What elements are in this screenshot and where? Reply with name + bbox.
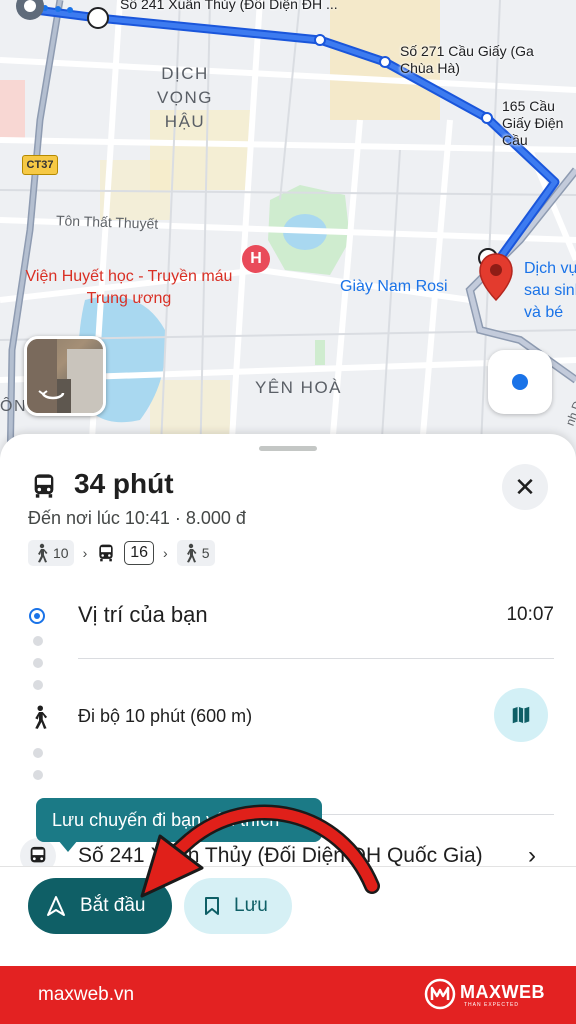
district-label-dich-vong-hau: DỊCH VỌNG HẬU	[156, 64, 214, 131]
origin-label[interactable]: Vị trí của bạn	[78, 602, 208, 628]
divider	[78, 658, 554, 659]
timeline-dot	[33, 748, 43, 758]
bookmark-icon	[205, 897, 219, 915]
start-button-label: Bắt đầu	[80, 895, 146, 916]
brand-name: MAXWEB	[460, 982, 545, 1002]
walk-icon	[186, 543, 197, 563]
bus-icon	[34, 474, 54, 498]
walk-step-before: 10	[28, 540, 74, 566]
walk-minutes-before: 10	[53, 545, 69, 561]
my-location-button[interactable]	[488, 350, 552, 414]
my-location-icon	[512, 374, 528, 390]
poi-destination-label[interactable]: Dịch vụ sau sinh và bé	[524, 258, 576, 326]
arrival-info: Đến nơi lúc 10:41 · 8.000 đ	[28, 508, 246, 528]
timeline-dot	[33, 636, 43, 646]
trip-duration: 34 phút	[74, 468, 174, 499]
show-walk-map-button[interactable]	[494, 688, 548, 742]
poi-store-label[interactable]: Giày Nam Rosi	[340, 276, 448, 298]
navigation-icon	[47, 896, 65, 916]
save-trip-tooltip: Lưu chuyến đi bạn yêu thích	[36, 798, 322, 842]
map-view[interactable]: Số 241 Xuân Thủy (Đối Diện ĐH ... Số 271…	[0, 0, 576, 470]
walk-icon	[35, 705, 48, 729]
close-icon: ✕	[514, 472, 536, 502]
district-label-on: ÔN	[0, 398, 27, 415]
directions-sheet: 34 phút ✕ Đến nơi lúc 10:41 · 8.000 đ 10…	[0, 434, 576, 966]
walk-minutes-after: 5	[201, 545, 210, 561]
close-button[interactable]: ✕	[502, 464, 548, 510]
maxweb-logo-icon	[424, 978, 456, 1010]
save-trip-button[interactable]: Lưu	[184, 878, 292, 934]
walk-step-after: 5	[176, 540, 215, 566]
start-navigation-button[interactable]: Bắt đầu	[28, 878, 172, 934]
watermark-footer: maxweb.vn MAXWEB THAN EXPECTED	[0, 966, 576, 1024]
map-icon	[512, 706, 530, 724]
sheet-drag-handle[interactable]	[259, 446, 317, 451]
brand-tagline: THAN EXPECTED	[464, 1002, 519, 1008]
tooltip-tail	[58, 840, 78, 852]
save-button-label: Lưu	[234, 895, 268, 916]
timeline-dot	[33, 658, 43, 668]
map-stop-label-241[interactable]: Số 241 Xuân Thủy (Đối Diện ĐH ...	[120, 0, 338, 13]
maxweb-logo: MAXWEB THAN EXPECTED	[424, 978, 554, 1012]
walk-segment-label[interactable]: Đi bộ 10 phút (600 m)	[78, 706, 252, 727]
trip-steps-summary[interactable]: 10 › 16 › 5	[28, 539, 215, 567]
walk-icon	[38, 543, 48, 563]
bus-number-badge: 16	[124, 541, 155, 565]
footer-url: maxweb.vn	[38, 984, 135, 1005]
boarding-stop-label[interactable]: Số 241 Xuân Thủy (Đối Diện ĐH Quốc Gia)	[78, 844, 483, 868]
your-location-icon	[29, 608, 45, 624]
map-stop-label-165[interactable]: 165 Cầu Giấy Điện Cầu	[502, 98, 576, 149]
hospital-icon[interactable]: H	[242, 245, 270, 273]
timeline-dot	[33, 770, 43, 780]
map-stop-label-271[interactable]: Số 271 Cầu Giấy (Ga Chùa Hà)	[400, 43, 570, 77]
timeline-dot	[33, 680, 43, 690]
origin-time: 10:07	[506, 604, 554, 625]
street-view-thumbnail[interactable]	[24, 336, 106, 416]
road-code-badge: CT37	[22, 155, 58, 175]
district-label-yen-hoa: YÊN HOÀ	[255, 378, 343, 397]
poi-hospital-label[interactable]: Viện Huyết học - Truyền máu Trung ương	[22, 266, 236, 310]
chevron-right-icon: ›	[82, 545, 88, 561]
location-pin-icon[interactable]	[478, 252, 514, 304]
street-view-icon	[27, 339, 103, 413]
bus-icon	[30, 846, 46, 863]
chevron-right-icon: ›	[163, 545, 168, 561]
bus-icon	[99, 544, 113, 562]
